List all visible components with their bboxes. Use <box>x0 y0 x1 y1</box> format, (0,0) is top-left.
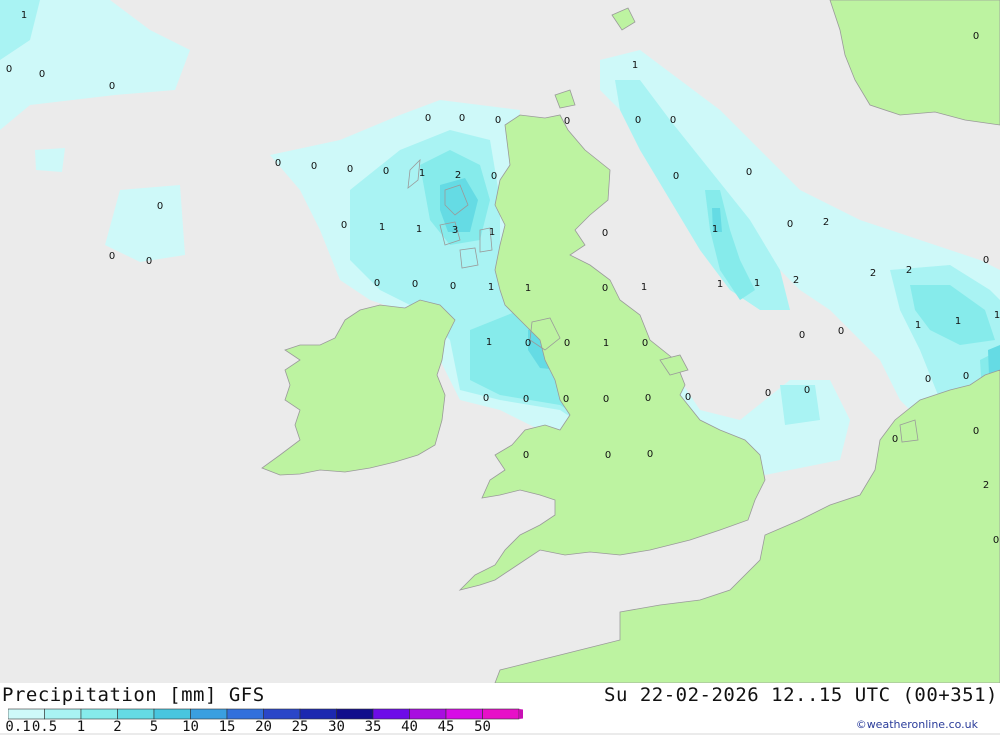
precip-value: 0 <box>523 394 529 405</box>
precip-value: 1 <box>21 10 27 21</box>
scale-swatch <box>190 708 228 720</box>
precip-value: 0 <box>109 251 115 262</box>
precip-value: 0 <box>450 281 456 292</box>
precip-value: 0 <box>564 338 570 349</box>
precip-value: 0 <box>647 449 653 460</box>
precip-value: 1 <box>717 279 723 290</box>
precip-value: 0 <box>963 371 969 382</box>
precip-value: 0 <box>563 394 569 405</box>
precip-value: 0 <box>495 115 501 126</box>
precip-value: 1 <box>486 337 492 348</box>
precip-value: 0 <box>973 426 979 437</box>
precip-value: 0 <box>275 158 281 169</box>
scale-swatch <box>44 708 82 720</box>
precip-value: 0 <box>838 326 844 337</box>
scale-swatch <box>263 708 301 720</box>
precip-value: 0 <box>746 167 752 178</box>
precip-value: 0 <box>6 64 12 75</box>
scale-swatch <box>409 708 447 720</box>
scale-swatch <box>8 708 45 720</box>
credit-link[interactable]: ©weatheronline.co.uk <box>856 718 978 731</box>
precip-value: 0 <box>799 330 805 341</box>
precip-value: 0 <box>459 113 465 124</box>
scale-swatch <box>153 708 191 720</box>
precip-value: 1 <box>754 278 760 289</box>
scale-swatch <box>372 708 410 720</box>
precip-value: 0 <box>804 385 810 396</box>
precip-value: 0 <box>973 31 979 42</box>
map-title: Precipitation [mm] GFS <box>2 684 265 706</box>
precip-value: 1 <box>603 338 609 349</box>
scale-swatch <box>445 708 483 720</box>
precip-value: 0 <box>564 116 570 127</box>
precip-value: 0 <box>892 434 898 445</box>
precip-value: 1 <box>632 60 638 71</box>
precip-value: 1 <box>419 168 425 179</box>
valid-time-label: Su 22-02-2026 12..15 UTC (00+351) <box>604 684 998 706</box>
precip-value: 0 <box>425 113 431 124</box>
precip-value: 0 <box>983 255 989 266</box>
precip-value: 0 <box>787 219 793 230</box>
precip-value: 0 <box>605 450 611 461</box>
precip-value: 0 <box>645 393 651 404</box>
precip-value: 2 <box>793 275 799 286</box>
precip-value: 0 <box>523 450 529 461</box>
precip-value: 1 <box>525 283 531 294</box>
scale-swatch <box>80 708 118 720</box>
precip-value: 0 <box>374 278 380 289</box>
precip-value: 1 <box>712 224 718 235</box>
scale-swatch <box>482 708 520 720</box>
precip-value: 0 <box>39 69 45 80</box>
precip-value: 0 <box>673 171 679 182</box>
scale-overflow-arrow <box>519 709 523 719</box>
precip-value: 2 <box>455 170 461 181</box>
precip-value: 1 <box>641 282 647 293</box>
precip-value: 0 <box>602 283 608 294</box>
precip-value: 0 <box>642 338 648 349</box>
precip-value: 1 <box>416 224 422 235</box>
precip-value: 0 <box>491 171 497 182</box>
precip-value: 0 <box>525 338 531 349</box>
precip-value: 2 <box>906 265 912 276</box>
precip-value: 2 <box>823 217 829 228</box>
precip-value: 0 <box>412 279 418 290</box>
precip-value: 1 <box>489 227 495 238</box>
precip-value: 2 <box>983 480 989 491</box>
legend-footer: Precipitation [mm] GFS Su 22-02-2026 12.… <box>0 683 1000 735</box>
scale-swatch <box>226 708 264 720</box>
precip-value: 1 <box>955 316 961 327</box>
scale-swatch <box>336 708 374 720</box>
precip-value: 0 <box>341 220 347 231</box>
precip-value: 0 <box>311 161 317 172</box>
precip-value: 0 <box>157 201 163 212</box>
precip-value: 1 <box>379 222 385 233</box>
precip-value: 0 <box>383 166 389 177</box>
precip-value: 2 <box>870 268 876 279</box>
precip-value: 1 <box>915 320 921 331</box>
precip-value: 0 <box>146 256 152 267</box>
precipitation-map: 1 0 0 0 0 0 0 0 0 0 0 0 0 0 0 1 2 0 0 1 1 3 1 0 0 0 1 1 0 0 1 1 0 0 0 0 1 0 2 1… <box>0 0 1000 683</box>
precip-value: 0 <box>685 392 691 403</box>
precip-value: 0 <box>635 115 641 126</box>
precip-value: 0 <box>109 81 115 92</box>
precip-value: 1 <box>994 310 1000 321</box>
precip-value: 1 <box>488 282 494 293</box>
precip-value: 0 <box>765 388 771 399</box>
precip-value: 3 <box>452 225 458 236</box>
precip-value: 0 <box>603 394 609 405</box>
precip-value: 0 <box>925 374 931 385</box>
precip-value: 0 <box>483 393 489 404</box>
scale-swatch <box>299 708 337 720</box>
precip-value: 0 <box>670 115 676 126</box>
precip-value: 0 <box>602 228 608 239</box>
precip-value: 0 <box>347 164 353 175</box>
precip-value: 0 <box>993 535 999 546</box>
scale-swatch <box>117 708 155 720</box>
